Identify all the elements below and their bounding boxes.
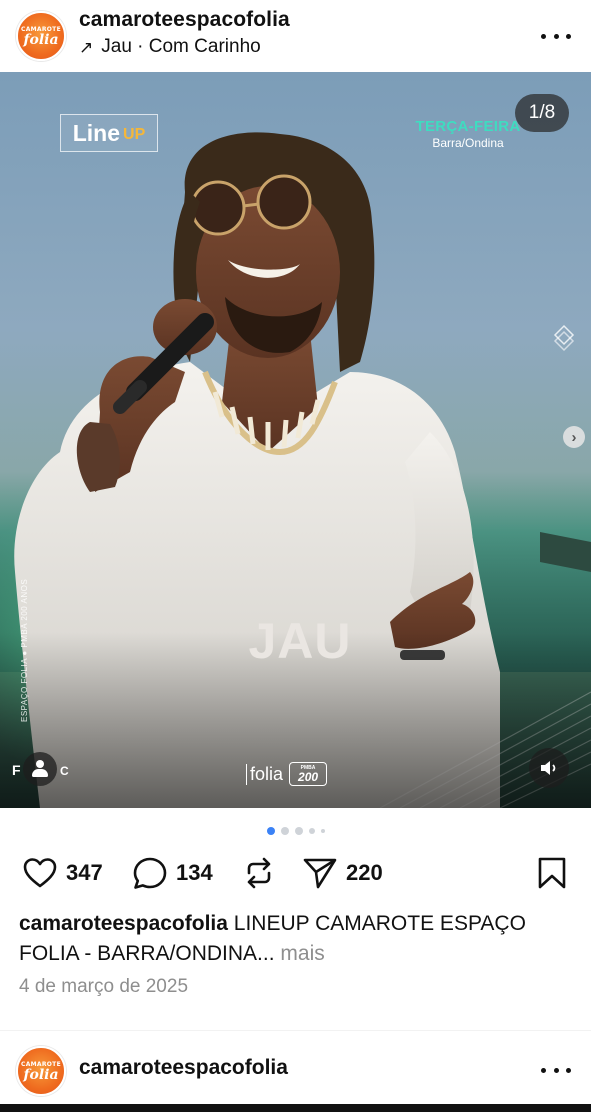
carousel-dot-active xyxy=(266,827,275,835)
vertical-brand-text: ESPAÇO FOLIA ● PMBA 200 ANOS xyxy=(20,578,29,722)
repost-action xyxy=(242,852,276,894)
speaker-icon xyxy=(541,761,556,775)
lineup-badge-up: UP xyxy=(123,125,146,143)
pmba-logo: PMBA 200 xyxy=(289,762,328,786)
avatar-text-main: folia xyxy=(23,31,59,48)
shares-count[interactable]: 220 xyxy=(346,860,383,886)
more-options-button[interactable] xyxy=(541,1058,571,1082)
sound-toggle-button[interactable] xyxy=(529,748,569,788)
next-slide-button[interactable]: › xyxy=(563,426,585,448)
music-attribution[interactable]: ↗ Jau · Com Carinho xyxy=(79,36,261,58)
event-day: TERÇA-FEIRA xyxy=(415,118,521,135)
event-day-block: TERÇA-FEIRA Barra/Ondina xyxy=(400,118,536,150)
music-arrow-icon: ↗ xyxy=(79,37,94,57)
carousel-dot xyxy=(320,829,325,833)
artist-name: JAU xyxy=(248,613,352,669)
lineup-badge-text: Line xyxy=(72,119,121,146)
avatar-text-main: folia xyxy=(23,1066,59,1083)
profile-avatar[interactable]: CAMAROTE folia xyxy=(16,11,66,61)
music-label: Jau · Com Carinho xyxy=(101,36,261,57)
folia-logo: folia PMBA 200 xyxy=(246,762,328,786)
carousel-dot xyxy=(294,827,303,835)
diamond-logo-icon xyxy=(553,324,575,352)
dot-icon xyxy=(541,33,546,39)
heart-icon[interactable] xyxy=(22,857,58,889)
next-post-username[interactable]: camaroteespacofolia xyxy=(79,1056,288,1080)
dot-icon xyxy=(566,33,571,39)
repost-icon[interactable] xyxy=(242,856,276,890)
pmba-logo-number: 200 xyxy=(298,770,319,784)
post-divider xyxy=(0,1030,591,1031)
comment-icon[interactable] xyxy=(132,856,168,890)
more-options-button[interactable] xyxy=(541,24,571,48)
profile-avatar[interactable]: CAMAROTE folia xyxy=(16,1046,66,1096)
carousel-dot xyxy=(280,827,289,835)
carousel-dots xyxy=(0,827,591,835)
post-media[interactable]: Line UP 1/8 TERÇA-FEIRA Barra/Ondina › J… xyxy=(0,72,591,808)
home-indicator-bar xyxy=(0,1104,591,1112)
dot-icon xyxy=(541,1067,546,1073)
comment-action: 134 xyxy=(132,852,213,894)
person-icon xyxy=(36,760,44,768)
corner-logo-left: F xyxy=(12,762,21,778)
caption-username[interactable]: camaroteespacofolia xyxy=(19,912,228,935)
folia-logo-text: folia xyxy=(246,763,283,785)
post-header: CAMAROTE folia camaroteespacofolia ↗ Jau… xyxy=(0,0,591,72)
share-action: 220 xyxy=(302,852,383,894)
carousel-dot xyxy=(308,828,315,834)
lineup-badge: Line UP xyxy=(60,114,158,152)
comments-count[interactable]: 134 xyxy=(176,860,213,886)
chevron-right-icon: › xyxy=(571,428,577,446)
send-icon[interactable] xyxy=(302,856,338,890)
post-date: 4 de março de 2025 xyxy=(19,976,189,997)
action-bar: 347 134 220 xyxy=(0,852,591,894)
caption-more-link[interactable]: mais xyxy=(280,942,324,965)
bookmark-icon[interactable] xyxy=(537,857,567,889)
dot-icon xyxy=(553,1067,559,1073)
event-place: Barra/Ondina xyxy=(432,136,504,150)
post-username[interactable]: camaroteespacofolia xyxy=(79,8,290,32)
like-action: 347 xyxy=(22,852,103,894)
likes-count[interactable]: 347 xyxy=(66,860,103,886)
next-post-header: CAMAROTE folia camaroteespacofolia xyxy=(0,1042,591,1098)
corner-logo-right: C xyxy=(60,764,69,778)
dot-icon xyxy=(566,1067,571,1073)
dot-icon xyxy=(553,33,559,39)
tagged-people-button[interactable] xyxy=(23,752,57,786)
post-caption: camaroteespacofolia LINEUP CAMAROTE ESPA… xyxy=(19,909,571,969)
